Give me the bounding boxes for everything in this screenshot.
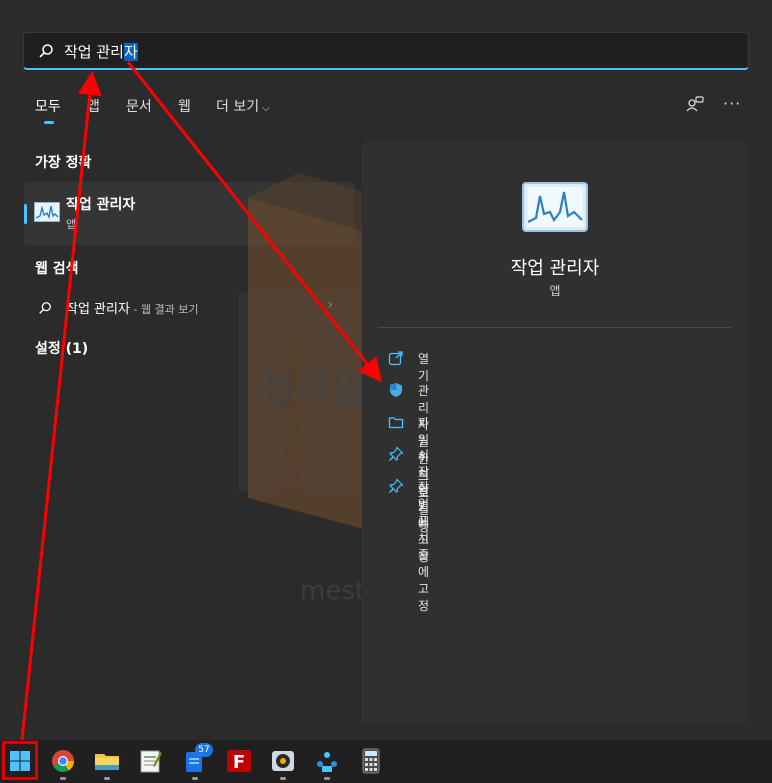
annotation-arrows	[20, 61, 382, 741]
arrow-start-to-search	[20, 71, 102, 741]
arrow-search-to-run-as-admin	[126, 61, 382, 383]
